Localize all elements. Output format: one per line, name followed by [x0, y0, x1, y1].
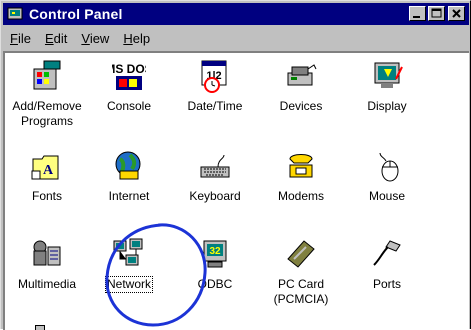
internet-globe-icon [115, 151, 141, 180]
odbc-item[interactable]: 32 ODBC [173, 237, 257, 292]
devices-label: Devices [279, 99, 323, 113]
date-time-item[interactable]: 1|2 Date/Time [173, 59, 257, 114]
multimedia-item[interactable]: Multimedia [5, 237, 89, 292]
mouse-icon [379, 152, 399, 182]
add-remove-programs-icon [33, 60, 61, 90]
multimedia-icon [33, 240, 61, 266]
keyboard-icon [200, 154, 230, 178]
network-item[interactable]: Network [87, 237, 171, 293]
control-panel-window: Control Panel File Edit View Help Add/Re… [0, 0, 471, 330]
title-bar[interactable]: Control Panel [3, 3, 469, 25]
console-label: Console [106, 99, 152, 113]
console-item[interactable]: MS DOS Console [87, 59, 171, 114]
pc-card-label: PC Card (PCMCIA) [273, 277, 329, 306]
display-icon [374, 62, 403, 88]
partial-next-row-icon [35, 325, 45, 330]
ports-connector-icon [373, 240, 401, 266]
console-icon: MS DOS [112, 61, 146, 91]
fonts-item[interactable]: A Fonts [5, 149, 89, 204]
modems-label: Modems [277, 189, 324, 203]
close-icon [452, 9, 461, 18]
devices-icon [287, 64, 317, 86]
calendar-clock-icon: 1|2 [201, 60, 227, 93]
console-logo-text: MS DOS [112, 62, 146, 76]
menu-bar: File Edit View Help [3, 26, 469, 50]
fonts-label: Fonts [31, 189, 62, 203]
odbc-label: ODBC [197, 277, 233, 291]
fonts-folder-icon: A [31, 155, 59, 180]
pc-card-icon [287, 240, 315, 268]
pc-card-item[interactable]: PC Card (PCMCIA) [259, 237, 343, 307]
mouse-label: Mouse [368, 189, 406, 203]
multimedia-label: Multimedia [17, 277, 77, 291]
modems-item[interactable]: Modems [259, 149, 343, 204]
network-label: Network [104, 276, 154, 293]
minimize-button[interactable] [409, 6, 426, 21]
modem-phone-icon [289, 154, 313, 178]
control-panel-icon [7, 7, 23, 20]
ports-label: Ports [372, 277, 401, 291]
internet-item[interactable]: Internet [87, 149, 171, 204]
menu-help[interactable]: Help [116, 31, 157, 46]
svg-text:A: A [43, 163, 54, 178]
ports-item[interactable]: Ports [345, 237, 429, 292]
window-title: Control Panel [29, 6, 123, 22]
mouse-item[interactable]: Mouse [345, 149, 429, 204]
keyboard-label: Keyboard [189, 189, 241, 203]
date-time-label: Date/Time [187, 99, 243, 113]
icon-view: Add/Remove Programs MS DOS Console 1|2 D… [3, 51, 469, 330]
network-icon [113, 238, 143, 266]
display-label: Display [367, 99, 407, 113]
odbc-number: 32 [209, 246, 221, 257]
display-item[interactable]: Display [345, 59, 429, 114]
add-remove-programs-item[interactable]: Add/Remove Programs [5, 59, 89, 129]
menu-file[interactable]: File [3, 31, 38, 46]
menu-edit[interactable]: Edit [38, 31, 74, 46]
odbc-icon: 32 [203, 240, 227, 268]
close-button[interactable] [448, 6, 465, 21]
menu-view[interactable]: View [74, 31, 116, 46]
add-remove-programs-label: Add/Remove Programs [12, 99, 82, 128]
keyboard-item[interactable]: Keyboard [173, 149, 257, 204]
devices-item[interactable]: Devices [259, 59, 343, 114]
internet-label: Internet [108, 189, 150, 203]
maximize-button[interactable] [428, 6, 445, 21]
maximize-icon [431, 8, 442, 18]
minimize-icon [413, 16, 420, 18]
